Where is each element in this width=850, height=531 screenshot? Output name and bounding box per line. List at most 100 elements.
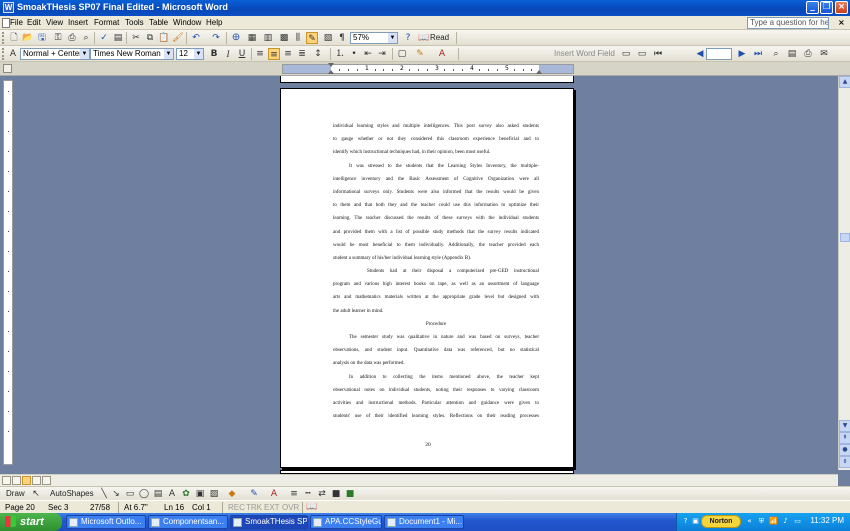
outline-view-icon[interactable] bbox=[32, 476, 41, 485]
drawing-icon[interactable]: ✎ bbox=[306, 32, 318, 44]
minimize-button[interactable]: _ bbox=[806, 1, 819, 14]
permission-icon[interactable]: ⚿ bbox=[52, 32, 64, 44]
horizontal-scrollbar[interactable] bbox=[0, 474, 838, 486]
clip-art-icon[interactable]: ▣ bbox=[194, 488, 206, 500]
network-tray-icon[interactable]: ▣ bbox=[691, 517, 700, 526]
align-center-icon[interactable]: ≡ bbox=[268, 48, 280, 60]
font-dropdown[interactable]: Times New Roman ▼ bbox=[90, 48, 174, 60]
line-color-icon[interactable]: ✎ bbox=[248, 488, 260, 500]
scroll-up-icon[interactable]: ▲ bbox=[839, 76, 850, 88]
start-button[interactable]: start bbox=[0, 513, 62, 531]
horizontal-ruler[interactable]: 1 2 3 4 5 bbox=[0, 62, 850, 76]
text-line[interactable]: individual learning styles and multiple … bbox=[333, 123, 539, 136]
redo-icon[interactable]: ↷ bbox=[210, 32, 222, 44]
insert-word-field-button[interactable]: Insert Word Field bbox=[554, 49, 615, 58]
show-hide-icon[interactable]: ¶ bbox=[336, 32, 348, 44]
styles-pane-icon[interactable]: A bbox=[7, 48, 19, 60]
help-search-input[interactable]: Type a question for help bbox=[747, 17, 829, 29]
italic-button[interactable]: I bbox=[222, 48, 234, 60]
spelling-icon[interactable]: ✓ bbox=[98, 32, 110, 44]
menu-file[interactable]: File bbox=[10, 18, 23, 27]
text-line[interactable]: learning. The teacher discussed the resu… bbox=[333, 215, 539, 228]
menu-help[interactable]: Help bbox=[206, 18, 222, 27]
section-heading[interactable]: Procedure bbox=[333, 321, 539, 334]
menu-insert[interactable]: Insert bbox=[68, 18, 88, 27]
style-dropdown[interactable]: Normal + Centered ▼ bbox=[20, 48, 90, 60]
font-color-icon[interactable]: A bbox=[436, 48, 448, 60]
numbering-icon[interactable]: ⒈ bbox=[334, 48, 346, 60]
justify-icon[interactable]: ≣ bbox=[296, 48, 308, 60]
arrow-tray-icon[interactable]: « bbox=[745, 517, 754, 526]
print-preview-icon[interactable]: ⌕ bbox=[80, 32, 92, 44]
line-tool-icon[interactable]: ╲ bbox=[98, 488, 110, 500]
menu-table[interactable]: Table bbox=[149, 18, 168, 27]
text-line[interactable]: The semester study was qualitative in na… bbox=[333, 334, 539, 347]
hanging-indent-marker[interactable] bbox=[328, 70, 334, 74]
display-tray-icon[interactable]: ▭ bbox=[793, 517, 802, 526]
next-page-icon[interactable]: ⇟ bbox=[839, 456, 850, 468]
3d-style-icon[interactable]: ■ bbox=[344, 488, 356, 500]
read-button[interactable]: Read bbox=[430, 33, 449, 42]
vertical-ruler[interactable] bbox=[3, 80, 13, 465]
menu-edit[interactable]: Edit bbox=[27, 18, 41, 27]
scroll-thumb[interactable] bbox=[840, 233, 850, 242]
toolbar-grip[interactable] bbox=[2, 48, 5, 60]
volume-tray-icon[interactable]: ♪ bbox=[781, 517, 790, 526]
text-line[interactable]: would be most beneficial to them individ… bbox=[333, 242, 539, 255]
rectangle-tool-icon[interactable]: ▭ bbox=[124, 488, 136, 500]
task-outlook[interactable]: Microsoft Outlo... bbox=[66, 515, 146, 529]
line-style-icon[interactable]: ≡ bbox=[288, 488, 300, 500]
first-record-icon[interactable]: ⏮ bbox=[652, 48, 664, 60]
align-left-icon[interactable]: ≡ bbox=[254, 48, 266, 60]
first-line-indent-marker[interactable] bbox=[328, 63, 334, 67]
help-icon[interactable]: ? bbox=[402, 32, 414, 44]
bullets-icon[interactable]: • bbox=[348, 48, 360, 60]
insert-table-icon[interactable]: ▥ bbox=[262, 32, 274, 44]
help-tray-icon[interactable]: ? bbox=[681, 517, 690, 526]
document-page[interactable]: individual learning styles and multiple … bbox=[280, 88, 574, 468]
text-line[interactable]: It was stressed to the students that the… bbox=[333, 163, 539, 176]
fill-color-icon[interactable]: ◆ bbox=[226, 488, 238, 500]
status-ext[interactable]: EXT bbox=[264, 503, 280, 512]
print-icon[interactable]: ⎙ bbox=[66, 32, 78, 44]
previous-record-icon[interactable]: ◀ bbox=[694, 48, 706, 60]
word-app-icon[interactable]: W bbox=[3, 2, 14, 13]
menu-format[interactable]: Format bbox=[94, 18, 119, 27]
text-box-icon[interactable]: ▤ bbox=[152, 488, 164, 500]
find-entry-icon[interactable]: ⌕ bbox=[770, 48, 782, 60]
text-line[interactable]: and provided them with a list of possibl… bbox=[333, 229, 539, 242]
title-bar[interactable]: W SmoakTHesis SP07 Final Edited - Micros… bbox=[0, 0, 850, 16]
text-line[interactable]: to gauge whether or not they considered … bbox=[333, 136, 539, 149]
text-line[interactable]: arts and mathematics materials written a… bbox=[333, 294, 539, 307]
maximize-button[interactable]: ❐ bbox=[820, 1, 833, 14]
bold-button[interactable]: B bbox=[208, 48, 220, 60]
draw-menu-button[interactable]: Draw bbox=[6, 489, 25, 498]
zoom-dropdown[interactable]: 57% ▼ bbox=[350, 32, 398, 44]
font-size-dropdown[interactable]: 12 ▼ bbox=[176, 48, 204, 60]
status-ovr[interactable]: OVR bbox=[282, 503, 299, 512]
select-objects-icon[interactable]: ↖ bbox=[30, 488, 42, 500]
text-line[interactable]: Students had at their disposal a compute… bbox=[333, 268, 539, 281]
dash-style-icon[interactable]: ┅ bbox=[302, 488, 314, 500]
underline-button[interactable]: U bbox=[236, 48, 248, 60]
status-trk[interactable]: TRK bbox=[246, 503, 262, 512]
record-field[interactable] bbox=[706, 48, 732, 60]
arrow-tool-icon[interactable]: ↘ bbox=[110, 488, 122, 500]
tab-selector[interactable] bbox=[3, 64, 12, 73]
decrease-indent-icon[interactable]: ⇤ bbox=[362, 48, 374, 60]
text-line[interactable]: observations, and student input. Quantit… bbox=[333, 347, 539, 360]
spelling-status-icon[interactable]: 📖 bbox=[306, 501, 318, 513]
format-painter-icon[interactable]: 🖌 bbox=[172, 32, 184, 44]
research-icon[interactable]: ▤ bbox=[112, 32, 124, 44]
copy-icon[interactable]: ⧉ bbox=[144, 32, 156, 44]
text-line[interactable]: analysis on the data was performed. bbox=[333, 360, 539, 373]
paste-icon[interactable]: 📋 bbox=[158, 32, 170, 44]
insert-excel-icon[interactable]: ▩ bbox=[278, 32, 290, 44]
oval-tool-icon[interactable]: ◯ bbox=[138, 488, 150, 500]
increase-indent-icon[interactable]: ⇥ bbox=[376, 48, 388, 60]
merge-to-document-icon[interactable]: ▤ bbox=[786, 48, 798, 60]
task-smoakthesis[interactable]: SmoakTHesis SP... bbox=[230, 515, 308, 529]
text-line[interactable]: program and various high interest books … bbox=[333, 281, 539, 294]
vertical-scrollbar[interactable]: ▲ ▼ ⇞ ● ⇟ bbox=[838, 76, 850, 470]
new-document-icon[interactable]: 🗋 bbox=[8, 32, 20, 44]
